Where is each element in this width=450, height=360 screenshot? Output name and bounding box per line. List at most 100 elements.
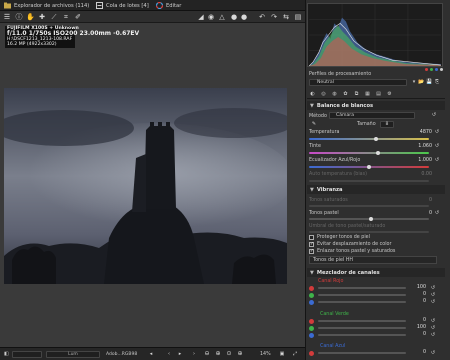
tab-output-icon[interactable]: ⚙ [386, 91, 393, 97]
tab-raw-icon[interactable]: ▦ [364, 91, 371, 97]
blue-red-knob[interactable] [367, 165, 371, 169]
green-green-slider[interactable] [318, 327, 406, 329]
temperature-knob[interactable] [374, 137, 378, 141]
mixer-value[interactable]: 0 [410, 332, 426, 337]
protect-skin-row[interactable]: Proteger tonos de piel [309, 235, 370, 240]
profile-load-icon[interactable]: 📂 [418, 79, 424, 85]
link-tones-checkbox[interactable]: ✓ [309, 249, 314, 254]
blue-red-reset-icon[interactable]: ↺ [434, 157, 440, 163]
crop-icon[interactable]: ⌗ [62, 13, 70, 21]
blue-red-value[interactable]: 1.000 [410, 158, 432, 163]
pastel-knob[interactable] [369, 217, 373, 221]
green-red-slider[interactable] [318, 320, 406, 322]
temperature-value[interactable]: 4870 [410, 130, 432, 135]
histo-luma-toggle[interactable] [440, 68, 443, 71]
new-window-icon[interactable]: ▣ [278, 350, 286, 358]
rotate-right-icon[interactable]: ↷ [270, 13, 278, 21]
hand-icon[interactable]: ✋ [26, 13, 35, 21]
tab-metadata-icon[interactable]: ▤ [375, 91, 382, 97]
preview-green-icon[interactable]: ● [240, 13, 248, 21]
profile-open-icon[interactable]: ▾ [411, 79, 417, 85]
output-profile[interactable]: Adob...RGB98 [106, 352, 137, 357]
fullscreen-icon[interactable]: ⤢ [291, 350, 299, 358]
pastel-reset-icon[interactable]: ↺ [434, 210, 440, 216]
tab-details-icon[interactable]: ◎ [320, 91, 327, 97]
collapse-arrow-icon: ▼ [310, 102, 314, 109]
flip-icon[interactable]: ⇆ [282, 13, 290, 21]
forward-icon[interactable]: › [190, 350, 198, 358]
prev-image-icon[interactable]: ◂ [147, 350, 155, 358]
tab-color-icon[interactable]: ◍ [331, 91, 338, 97]
preview-red-icon[interactable]: ● [230, 13, 238, 21]
channel-field[interactable]: Lum [46, 351, 100, 358]
profile-save-icon[interactable]: 💾 [426, 79, 432, 85]
mixer-reset-icon[interactable]: ↺ [430, 332, 436, 338]
mixer-value[interactable]: 0 [410, 350, 426, 355]
profile-select[interactable]: Neutral [309, 79, 407, 86]
tint-slider[interactable] [309, 152, 429, 154]
mixer-value[interactable]: 0 [410, 299, 426, 304]
skin-tones-curve[interactable]: Tonos de piel HH [309, 256, 437, 264]
mixer-reset-icon[interactable]: ↺ [430, 285, 436, 291]
tint-reset-icon[interactable]: ↺ [434, 143, 440, 149]
wb-method-select[interactable]: Cámara [329, 112, 415, 119]
color-picker-icon[interactable]: ✐ [74, 13, 82, 21]
panel-toggle-icon[interactable]: ▤ [294, 13, 302, 21]
link-tones-row[interactable]: ✓ Enlazar tonos pastel y saturados [309, 249, 395, 254]
temperature-reset-icon[interactable]: ↺ [434, 129, 440, 135]
mixer-reset-icon[interactable]: ↺ [430, 325, 436, 331]
protect-skin-checkbox[interactable] [309, 235, 314, 240]
mixer-value[interactable]: 0 [410, 292, 426, 297]
channel-mixer-header[interactable]: ▼ Mezclador de canales [307, 268, 445, 277]
wb-size-field[interactable]: 8 [380, 121, 394, 128]
vibrance-header[interactable]: ▼ Vibranza [307, 185, 445, 194]
wb-picker-icon[interactable]: ✎ [311, 121, 317, 127]
tab-file-browser[interactable]: Explorador de archivos (114) [4, 0, 89, 11]
white-balance-header[interactable]: ▼ Balance de blancos [307, 101, 445, 110]
green-blue-slider[interactable] [318, 334, 406, 336]
profile-copy-icon[interactable]: ⎘ [434, 79, 440, 85]
histo-green-toggle[interactable] [430, 68, 433, 71]
indicator-field[interactable] [12, 351, 42, 358]
info-icon[interactable]: ⓘ [15, 13, 23, 21]
tab-exposure-icon[interactable]: ◐ [309, 91, 316, 97]
red-green-slider[interactable] [318, 294, 406, 296]
red-blue-slider[interactable] [318, 301, 406, 303]
history-icon[interactable]: ☰ [3, 13, 11, 21]
mixer-reset-icon[interactable]: ↺ [430, 318, 436, 324]
zoom-fit-icon[interactable]: ⊙ [225, 350, 233, 358]
tab-transform-icon[interactable]: ⧉ [353, 91, 360, 97]
tint-value[interactable]: 1.060 [410, 144, 432, 149]
temperature-slider[interactable] [309, 138, 429, 140]
tab-advanced-icon[interactable]: ✿ [342, 91, 349, 97]
avoid-shift-checkbox[interactable]: ✓ [309, 242, 314, 247]
tab-editor[interactable]: Editar [155, 0, 181, 11]
next-image-icon[interactable]: ▸ [176, 350, 184, 358]
mixer-value[interactable]: 100 [410, 285, 426, 290]
clip-shadow-icon[interactable]: ◢ [197, 13, 205, 21]
mixer-value[interactable]: 100 [410, 325, 426, 330]
focus-mask-icon[interactable]: ◉ [207, 13, 215, 21]
zoom-out-icon[interactable]: ⊖ [203, 350, 211, 358]
wb-reset-icon[interactable]: ↺ [431, 112, 437, 118]
back-icon[interactable]: ‹ [165, 350, 173, 358]
tab-batch-queue[interactable]: Cola de lotes [4] [96, 0, 149, 11]
wb-picker-icon[interactable]: ✚ [38, 13, 46, 21]
blue-red-slider[interactable] [318, 352, 406, 354]
mixer-reset-icon[interactable]: ↺ [430, 292, 436, 298]
tint-knob[interactable] [376, 151, 380, 155]
pastel-value[interactable]: 0 [410, 211, 432, 216]
histo-red-toggle[interactable] [425, 68, 428, 71]
clip-highlight-icon[interactable]: △ [218, 13, 226, 21]
preview-icon[interactable]: ◧ [4, 351, 10, 357]
mixer-value[interactable]: 0 [410, 318, 426, 323]
red-red-slider[interactable] [318, 287, 406, 289]
histo-blue-toggle[interactable] [435, 68, 438, 71]
avoid-shift-row[interactable]: ✓ Evitar desplazamiento de color [309, 242, 391, 247]
mixer-reset-icon[interactable]: ↺ [430, 350, 436, 356]
mixer-reset-icon[interactable]: ↺ [430, 299, 436, 305]
straighten-icon[interactable]: ⟋ [50, 13, 58, 21]
rotate-left-icon[interactable]: ↶ [258, 13, 266, 21]
zoom-100-icon[interactable]: ⊕ [214, 350, 222, 358]
zoom-in-icon[interactable]: ⊕ [236, 350, 244, 358]
